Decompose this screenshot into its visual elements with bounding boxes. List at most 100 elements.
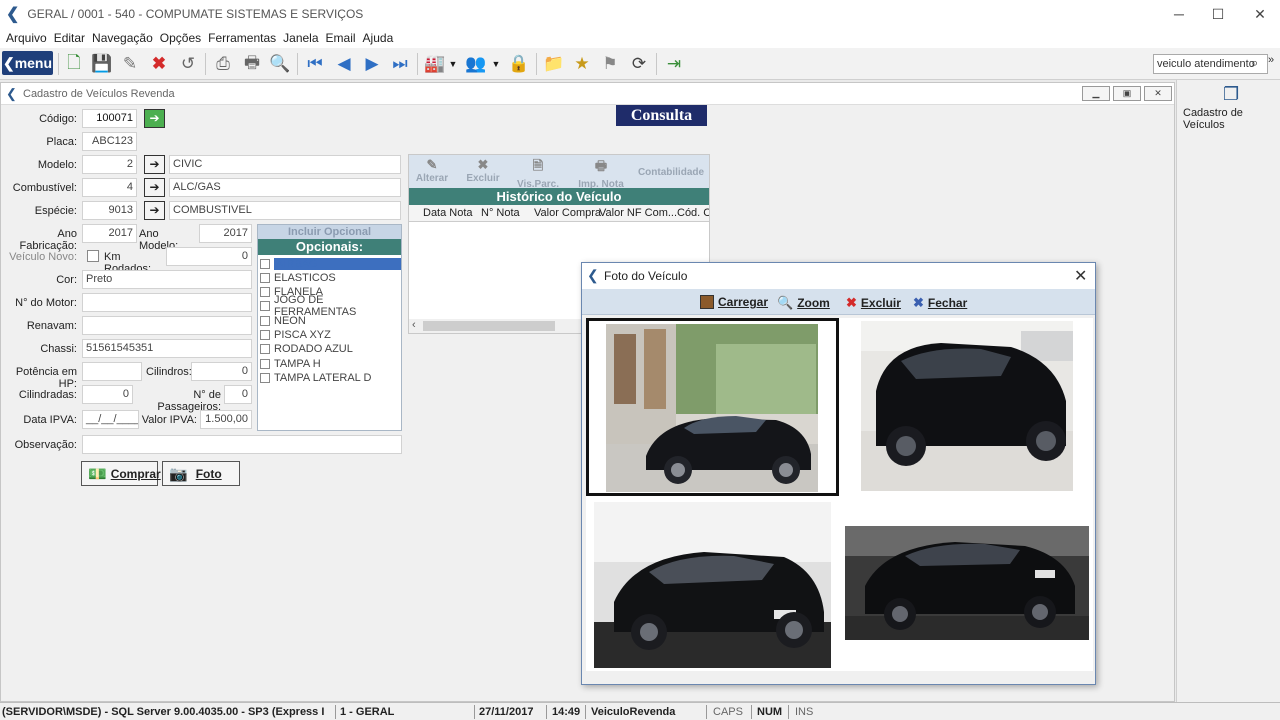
opcional-checkbox[interactable] xyxy=(260,259,270,269)
print-preview-icon[interactable]: 🔍 xyxy=(268,52,292,76)
especie-name-field[interactable]: COMBUSTIVEL xyxy=(169,201,401,220)
menu-arquivo[interactable]: Arquivo xyxy=(6,31,47,45)
modelo-name-field[interactable]: CIVIC xyxy=(169,155,401,174)
excluir-button[interactable]: ✖ Excluir xyxy=(464,157,502,184)
previous-record-icon[interactable]: ◀ xyxy=(332,52,356,76)
column-header[interactable]: Cód. Cli xyxy=(677,207,709,219)
chevron-down-icon[interactable]: ▼ xyxy=(447,52,459,76)
menu-email[interactable]: Email xyxy=(326,31,356,45)
opcional-item[interactable]: TAMPA LATERAL D xyxy=(260,371,401,385)
windows-icon[interactable]: ❐ xyxy=(1223,84,1239,105)
restore-icon[interactable]: ▣ xyxy=(1113,86,1141,101)
opcional-item[interactable]: PISCA XYZ xyxy=(260,328,401,342)
opcional-item[interactable]: AIRBAG xyxy=(260,257,401,271)
cilindros-field[interactable]: 0 xyxy=(191,362,252,381)
edit-icon[interactable]: ✎ xyxy=(118,52,142,76)
go-button[interactable]: ➔ xyxy=(144,109,165,128)
cilindradas-field[interactable]: 0 xyxy=(82,385,133,404)
opcional-item[interactable]: TAMPA H xyxy=(260,357,401,371)
opcional-checkbox[interactable] xyxy=(260,330,270,340)
opcional-checkbox[interactable] xyxy=(260,373,270,383)
column-header[interactable]: Valor Compra xyxy=(534,207,601,219)
photo-cell[interactable] xyxy=(843,318,1093,496)
especie-code-field[interactable]: 9013 xyxy=(82,201,137,220)
delete-icon[interactable]: ✖ xyxy=(147,52,171,76)
close-icon[interactable]: ✕ xyxy=(1237,0,1280,28)
car-photo-3[interactable] xyxy=(594,502,831,668)
users-icon[interactable]: 👥 xyxy=(464,52,488,76)
opcional-item[interactable]: JOGO DE FERRAMENTAS xyxy=(260,294,401,318)
menu-ferramentas[interactable]: Ferramentas xyxy=(208,31,276,45)
photo-cell[interactable] xyxy=(843,500,1093,671)
fechar-button[interactable]: ✖ Fechar xyxy=(913,295,967,311)
menu-navegacao[interactable]: Navegação xyxy=(92,31,153,45)
carregar-button[interactable]: Carregar xyxy=(700,295,768,309)
chassi-field[interactable]: 51561545351 xyxy=(82,339,252,358)
lock-icon[interactable]: 🔒 xyxy=(507,52,531,76)
opcional-checkbox[interactable] xyxy=(260,359,270,369)
opcional-item[interactable]: RODADO AZUL xyxy=(260,342,401,356)
contabilidade-button[interactable]: Contabilidade xyxy=(634,167,708,178)
photo-cell[interactable] xyxy=(586,500,839,671)
imp-nota-button[interactable]: 🖶 Imp. Nota xyxy=(574,157,628,190)
car-photo-1[interactable] xyxy=(606,324,818,492)
search-icon[interactable]: ⌕ xyxy=(1251,55,1258,71)
favorites-icon[interactable]: ★ xyxy=(570,52,594,76)
exit-icon[interactable]: ⇥ xyxy=(662,52,686,76)
chevron-left-icon[interactable]: ‹ xyxy=(412,319,416,331)
especie-lookup-button[interactable]: ➔ xyxy=(144,201,165,220)
fax-icon[interactable]: ⎙ xyxy=(211,52,235,76)
menu-button[interactable]: ❮ menu xyxy=(2,51,53,75)
ano-modelo-field[interactable]: 2017 xyxy=(199,224,252,243)
data-ipva-field[interactable]: __/__/____ xyxy=(82,410,139,429)
valor-ipva-field[interactable]: 1.500,00 xyxy=(200,410,252,429)
menu-opcoes[interactable]: Opções xyxy=(160,31,201,45)
close-icon[interactable]: ✕ xyxy=(1144,86,1172,101)
vis-parc-button[interactable]: 🗎 Vis.Parc. xyxy=(513,157,563,190)
cor-field[interactable]: Preto xyxy=(82,270,252,289)
renavam-field[interactable] xyxy=(82,316,252,335)
right-panel-label[interactable]: Cadastro de Veículos xyxy=(1183,107,1280,131)
potencia-field[interactable] xyxy=(82,362,142,381)
modelo-code-field[interactable]: 2 xyxy=(82,155,137,174)
opcional-checkbox[interactable] xyxy=(260,287,270,297)
opcional-item[interactable]: ELASTICOS xyxy=(260,271,401,285)
minimize-icon[interactable]: ▁ xyxy=(1082,86,1110,101)
photo-cell[interactable] xyxy=(586,318,839,496)
ano-fabricacao-field[interactable]: 2017 xyxy=(82,224,137,243)
menu-ajuda[interactable]: Ajuda xyxy=(363,31,394,45)
car-photo-2[interactable] xyxy=(861,321,1073,491)
foto-button[interactable]: 📷 Foto xyxy=(162,461,240,486)
alterar-button[interactable]: ✎ Alterar xyxy=(415,157,449,184)
last-record-icon[interactable]: ⏭ xyxy=(388,52,412,76)
factory-icon[interactable]: 🏭 xyxy=(423,52,447,76)
opcional-checkbox[interactable] xyxy=(260,316,270,326)
combustivel-code-field[interactable]: 4 xyxy=(82,178,137,197)
codigo-field[interactable]: 100071 xyxy=(82,109,137,128)
incluir-opcional-button[interactable]: Incluir Opcional xyxy=(258,225,401,239)
folder-icon[interactable]: 📁 xyxy=(542,52,566,76)
observacao-field[interactable] xyxy=(82,435,402,454)
combustivel-name-field[interactable]: ALC/GAS xyxy=(169,178,401,197)
passageiros-field[interactable]: 0 xyxy=(224,385,252,404)
km-rodados-field[interactable]: 0 xyxy=(166,247,252,266)
undo-icon[interactable]: ↺ xyxy=(176,52,200,76)
column-header[interactable]: N° Nota xyxy=(481,207,520,219)
column-header[interactable]: Valor NF Com... xyxy=(599,207,677,219)
first-record-icon[interactable]: ⏮ xyxy=(303,52,327,76)
menu-janela[interactable]: Janela xyxy=(283,31,318,45)
column-header[interactable]: Data Nota xyxy=(423,207,473,219)
toolbar-overflow-icon[interactable]: » xyxy=(1268,54,1274,66)
refresh-icon[interactable]: ⟳ xyxy=(627,52,651,76)
motor-field[interactable] xyxy=(82,293,252,312)
car-photo-4[interactable] xyxy=(845,526,1089,640)
opcional-item[interactable]: NEON xyxy=(260,314,401,328)
flag-icon[interactable]: ⚑ xyxy=(598,52,622,76)
save-icon[interactable]: 💾 xyxy=(90,52,114,76)
print-icon[interactable]: 🖶 xyxy=(240,52,264,76)
modelo-lookup-button[interactable]: ➔ xyxy=(144,155,165,174)
excluir-photo-button[interactable]: ✖ Excluir xyxy=(846,295,901,311)
veiculo-novo-checkbox[interactable] xyxy=(87,250,99,262)
close-icon[interactable]: ✕ xyxy=(1074,266,1087,286)
combustivel-lookup-button[interactable]: ➔ xyxy=(144,178,165,197)
